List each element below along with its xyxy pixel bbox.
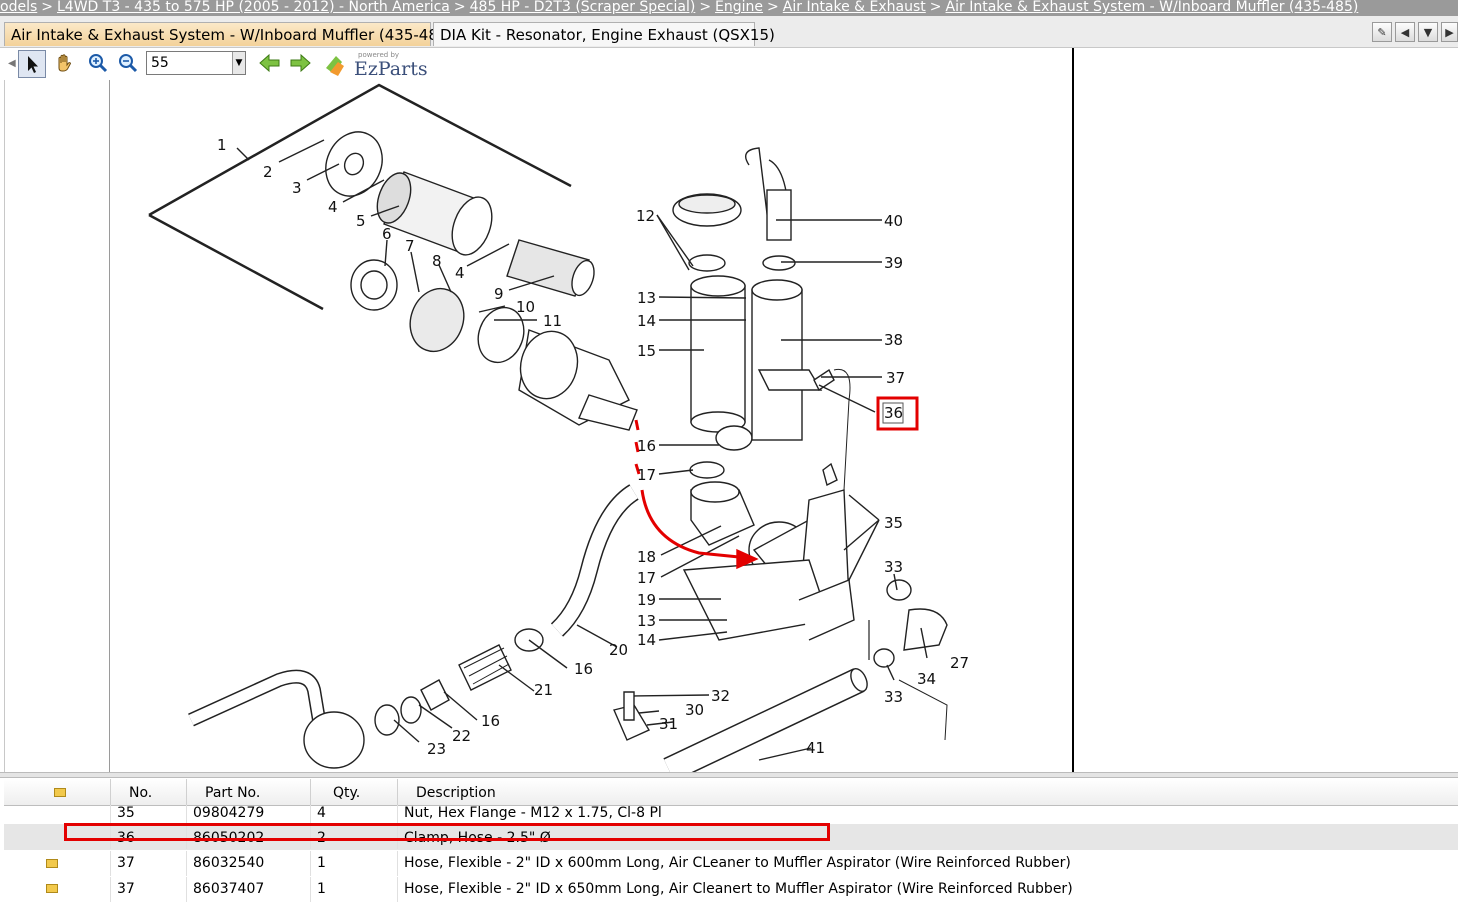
collapse-arrow-icon[interactable]: ◀ — [8, 50, 16, 78]
callout-16[interactable]: 16 — [637, 437, 656, 455]
callout-35[interactable]: 35 — [884, 514, 903, 532]
callout-23[interactable]: 23 — [427, 740, 446, 758]
callout-10[interactable]: 10 — [516, 298, 535, 316]
cell-no: 37 — [110, 877, 186, 902]
svg-text:EzParts: EzParts — [354, 58, 428, 78]
cell-description: Hose, Flexible - 2" ID x 600mm Long, Air… — [397, 851, 1458, 876]
cell-no: 37 — [110, 851, 186, 876]
select-arrow-icon[interactable] — [18, 50, 46, 78]
callout-31[interactable]: 31 — [659, 715, 678, 733]
note-cell[interactable] — [4, 877, 110, 902]
chevron-left-icon[interactable]: ◀ — [1395, 22, 1415, 42]
callout-14[interactable]: 14 — [637, 312, 656, 330]
zoom-in-icon[interactable] — [84, 50, 112, 78]
callout-27[interactable]: 27 — [950, 654, 969, 672]
callout-32[interactable]: 32 — [711, 687, 730, 705]
callout-8[interactable]: 8 — [432, 252, 442, 270]
zoom-out-icon[interactable] — [114, 50, 142, 78]
callout-5[interactable]: 5 — [356, 212, 366, 230]
callout-11[interactable]: 11 — [543, 312, 562, 330]
notes-column-header[interactable] — [4, 779, 110, 805]
callout-17[interactable]: 17 — [637, 466, 656, 484]
cell-part-no: 86032540 — [186, 851, 310, 876]
callout-34[interactable]: 34 — [917, 670, 936, 688]
tab-air-intake-exhaust[interactable]: Air Intake & Exhaust System - W/Inboard … — [4, 22, 453, 46]
callout-14b[interactable]: 14 — [637, 631, 656, 649]
callout-41[interactable]: 41 — [806, 739, 825, 757]
breadcrumb-link-engine[interactable]: Engine — [715, 0, 763, 15]
forward-arrow-icon[interactable] — [286, 50, 314, 78]
zoom-level-input[interactable] — [147, 52, 241, 74]
table-row[interactable]: 37 86032540 1 Hose, Flexible - 2" ID x 6… — [4, 851, 1458, 876]
callout-38[interactable]: 38 — [884, 331, 903, 349]
column-description[interactable]: Description — [397, 779, 1458, 805]
callout-30[interactable]: 30 — [685, 701, 704, 719]
callout-4[interactable]: 4 — [328, 198, 338, 216]
callout-2[interactable]: 2 — [263, 163, 273, 181]
table-row[interactable]: 35 09804279 4 Nut, Hex Flange - M12 x 1.… — [4, 805, 1458, 830]
ezparts-logo: powered by EzParts — [324, 50, 434, 80]
breadcrumb-link-variant[interactable]: 485 HP - D2T3 (Scraper Special) — [470, 0, 696, 15]
callout-4b[interactable]: 4 — [455, 264, 465, 282]
callout-18[interactable]: 18 — [637, 548, 656, 566]
callout-21[interactable]: 21 — [534, 681, 553, 699]
callout-13[interactable]: 13 — [637, 289, 656, 307]
tab-dia-kit-resonator[interactable]: DIA Kit - Resonator, Engine Exhaust (QSX… — [433, 22, 775, 46]
callout-3[interactable]: 3 — [292, 179, 302, 197]
callout-7[interactable]: 7 — [405, 237, 415, 255]
breadcrumb-link-current[interactable]: Air Intake & Exhaust System - W/Inboard … — [946, 0, 1359, 15]
pin-icon[interactable]: ✎ — [1372, 22, 1392, 42]
zoom-level-select[interactable]: ▼ — [146, 51, 246, 75]
callout-39[interactable]: 39 — [884, 254, 903, 272]
breadcrumb: odels > L4WD T3 - 435 to 575 HP (2005 - 20… — [0, 0, 1458, 16]
callout-9[interactable]: 9 — [494, 285, 504, 303]
callout-33[interactable]: 33 — [884, 558, 903, 576]
parts-diagram[interactable]: 1 2 3 4 5 6 7 8 4 9 10 11 12 13 14 15 16… — [109, 80, 1072, 772]
cell-description: Hose, Flexible - 2" ID x 650mm Long, Air… — [397, 877, 1458, 902]
callout-20[interactable]: 20 — [609, 641, 628, 659]
note-icon[interactable] — [46, 859, 58, 868]
callout-19[interactable]: 19 — [637, 591, 656, 609]
callout-1[interactable]: 1 — [217, 136, 227, 154]
chevron-down-icon[interactable]: ▼ — [1418, 22, 1438, 42]
column-qty[interactable]: Qty. — [310, 779, 397, 805]
callout-17b[interactable]: 17 — [637, 569, 656, 587]
note-cell[interactable] — [4, 851, 110, 876]
callout-40[interactable]: 40 — [884, 212, 903, 230]
breadcrumb-link-air-intake[interactable]: Air Intake & Exhaust — [783, 0, 926, 15]
callout-16b[interactable]: 16 — [574, 660, 593, 678]
breadcrumb-link-models[interactable]: odels — [0, 0, 37, 15]
chevron-down-icon[interactable]: ▼ — [232, 52, 245, 74]
viewer-divider — [1072, 48, 1074, 772]
callout-6[interactable]: 6 — [382, 225, 392, 243]
callout-13b[interactable]: 13 — [637, 612, 656, 630]
diagram-toolbar: ◀ ▼ powered by EzParts — [8, 48, 1072, 80]
parts-table-header: No. Part No. Qty. Description — [4, 779, 1458, 806]
note-icon — [54, 788, 66, 797]
back-arrow-icon[interactable] — [256, 50, 284, 78]
table-row[interactable]: 37 86037407 1 Hose, Flexible - 2" ID x 6… — [4, 877, 1458, 902]
callout-12[interactable]: 12 — [636, 207, 655, 225]
column-part-no[interactable]: Part No. — [186, 779, 310, 805]
callout-33b[interactable]: 33 — [884, 688, 903, 706]
cell-qty: 1 — [310, 851, 397, 876]
cell-part-no: 86037407 — [186, 877, 310, 902]
cell-qty: 1 — [310, 877, 397, 902]
breadcrumb-link-model[interactable]: L4WD T3 - 435 to 575 HP (2005 - 2012) - … — [57, 0, 450, 15]
callout-36[interactable]: 36 — [884, 404, 903, 422]
callout-15[interactable]: 15 — [637, 342, 656, 360]
note-icon[interactable] — [46, 884, 58, 893]
tab-bar: Air Intake & Exhaust System - W/Inboard … — [0, 16, 1458, 48]
pane-splitter[interactable] — [0, 772, 1458, 778]
pan-hand-icon[interactable] — [50, 50, 78, 78]
column-no[interactable]: No. — [110, 779, 186, 805]
callout-16c[interactable]: 16 — [481, 712, 500, 730]
left-panel — [4, 80, 110, 772]
callout-37[interactable]: 37 — [886, 369, 905, 387]
row-highlight-box — [64, 823, 830, 841]
chevron-right-icon[interactable]: ▶ — [1441, 22, 1458, 42]
callout-22[interactable]: 22 — [452, 727, 471, 745]
